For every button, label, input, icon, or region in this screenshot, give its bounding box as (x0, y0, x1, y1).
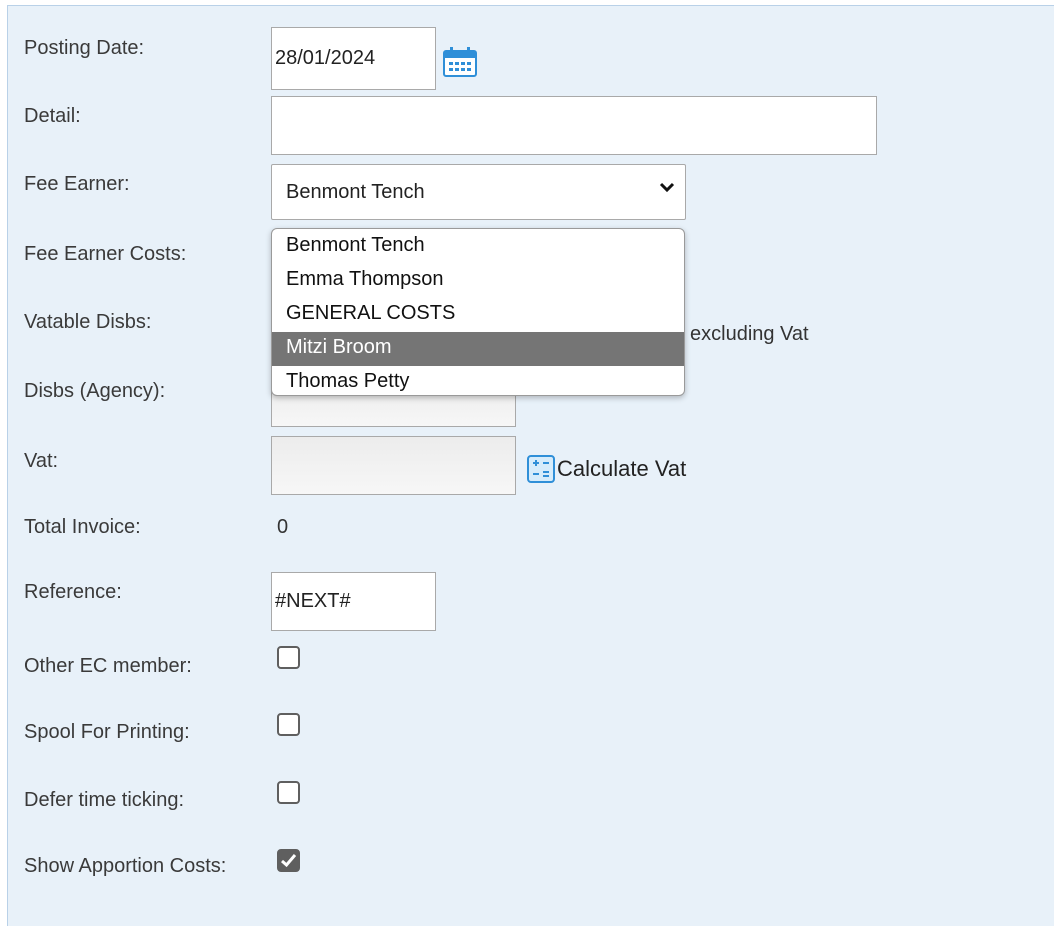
fee-earner-select[interactable]: Benmont Tench (271, 164, 686, 220)
calculator-icon (527, 455, 555, 483)
defer-time-ticking-label: Defer time ticking: (24, 789, 185, 811)
show-apportion-costs-label: Show Apportion Costs: (24, 855, 227, 877)
posting-date-label: Posting Date: (24, 37, 145, 59)
disbs-agency-label: Disbs (Agency): (24, 380, 166, 402)
show-apportion-costs-checkbox[interactable] (277, 849, 300, 872)
vatable-disbs-label: Vatable Disbs: (24, 311, 152, 333)
other-ec-member-label: Other EC member: (24, 655, 192, 677)
checkmark-icon (281, 854, 297, 868)
fee-earner-option[interactable]: GENERAL COSTS (272, 298, 684, 332)
chevron-down-icon (659, 182, 675, 193)
total-invoice-value: 0 (277, 516, 289, 538)
spool-for-printing-label: Spool For Printing: (24, 721, 190, 743)
posting-date-input[interactable]: 28/01/2024 (271, 27, 436, 90)
fee-earner-selected-value: Benmont Tench (286, 180, 425, 203)
defer-time-ticking-checkbox[interactable] (277, 781, 300, 804)
calendar-icon[interactable] (443, 47, 477, 77)
vat-label: Vat: (24, 450, 59, 472)
excluding-vat-text: excluding Vat (690, 323, 809, 345)
reference-label: Reference: (24, 581, 122, 603)
spool-for-printing-checkbox[interactable] (277, 713, 300, 736)
vat-input[interactable] (271, 436, 516, 495)
fee-earner-option[interactable]: Mitzi Broom (272, 332, 684, 366)
reference-input[interactable]: #NEXT# (271, 572, 436, 631)
fee-earner-costs-label: Fee Earner Costs: (24, 243, 187, 265)
other-ec-member-checkbox[interactable] (277, 646, 300, 669)
fee-earner-option[interactable]: Thomas Petty (272, 366, 684, 395)
fee-earner-dropdown-list[interactable]: Benmont Tench Emma Thompson GENERAL COSTS M… (271, 228, 685, 396)
fee-earner-label: Fee Earner: (24, 173, 130, 195)
total-invoice-label: Total Invoice: (24, 516, 141, 538)
detail-label: Detail: (24, 105, 81, 127)
calculate-vat-label: Calculate Vat (557, 456, 687, 481)
fee-earner-option[interactable]: Benmont Tench (272, 230, 684, 264)
detail-input[interactable] (271, 96, 877, 155)
calculate-vat-button[interactable]: Calculate Vat (527, 455, 686, 483)
fee-earner-option[interactable]: Emma Thompson (272, 264, 684, 298)
